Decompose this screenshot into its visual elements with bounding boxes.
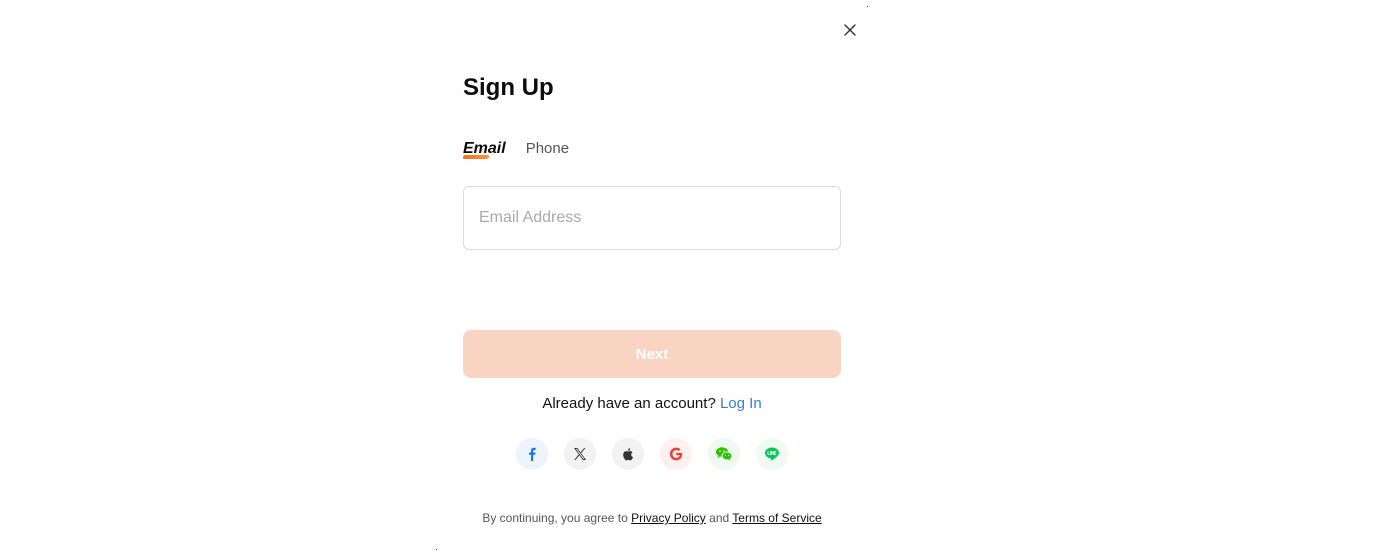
email-field-wrapper: [463, 186, 841, 250]
signup-dialog: Sign Up Email Phone Next Already have an…: [0, 0, 1374, 555]
legal-and: and: [709, 511, 730, 525]
privacy-policy-link[interactable]: Privacy Policy: [631, 511, 706, 525]
wechat-login-button[interactable]: [708, 438, 740, 470]
wechat-icon: [716, 447, 733, 461]
signup-method-tabs: Email Phone: [462, 138, 569, 160]
social-login-list: [516, 438, 788, 470]
facebook-icon: [529, 447, 536, 461]
facebook-login-button[interactable]: [516, 438, 548, 470]
speck: [867, 6, 868, 7]
terms-of-service-link[interactable]: Terms of Service: [732, 511, 821, 525]
page-title: Sign Up: [463, 74, 554, 101]
tab-phone[interactable]: Phone: [526, 138, 569, 160]
tab-email[interactable]: Email: [462, 138, 506, 160]
tab-phone-label: Phone: [525, 140, 570, 157]
google-icon: [669, 447, 683, 461]
apple-icon: [623, 448, 633, 461]
legal-notice: By continuing, you agree to Privacy Poli…: [463, 510, 841, 526]
x-icon: [574, 448, 587, 460]
close-button[interactable]: [840, 20, 860, 40]
login-prompt: Already have an account? Log In: [463, 394, 841, 414]
tab-email-label: Email: [463, 140, 506, 157]
login-link[interactable]: Log In: [720, 395, 762, 412]
email-field[interactable]: [477, 208, 827, 228]
google-login-button[interactable]: [660, 438, 692, 470]
close-icon: [844, 24, 856, 36]
login-prompt-text: Already have an account?: [542, 395, 716, 412]
line-icon: [765, 447, 779, 461]
legal-prefix: By continuing, you agree to: [482, 511, 628, 525]
x-login-button[interactable]: [564, 438, 596, 470]
speck: [436, 549, 437, 550]
apple-login-button[interactable]: [612, 438, 644, 470]
line-login-button[interactable]: [756, 438, 788, 470]
next-button[interactable]: Next: [463, 330, 841, 378]
